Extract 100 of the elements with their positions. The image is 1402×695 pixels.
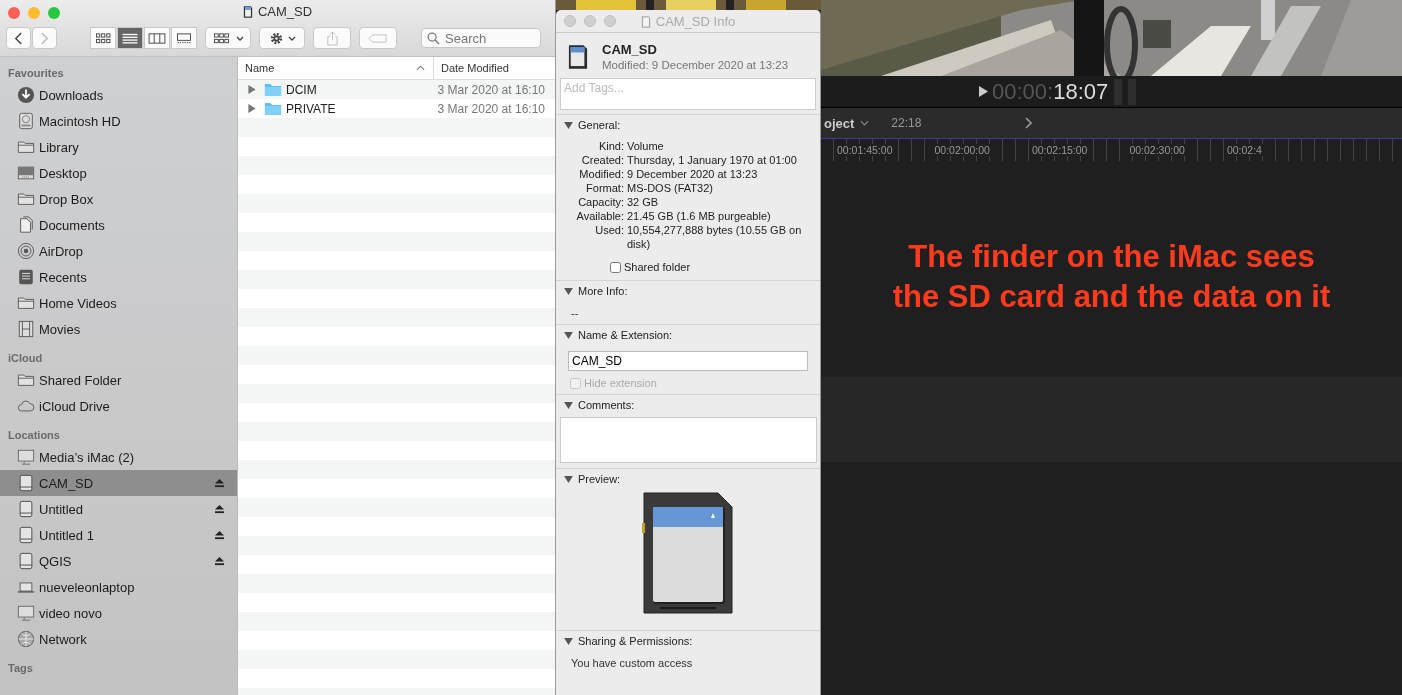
sidebar-heading: Tags [7, 661, 34, 676]
sidebar-item[interactable]: Macintosh HD [0, 108, 237, 134]
search-field[interactable]: Search [421, 28, 541, 48]
sidebar-item[interactable]: Downloads [0, 82, 237, 108]
name-field[interactable]: CAM_SD [568, 351, 808, 371]
sidebar-label: Library [39, 139, 80, 155]
chevron-down-icon[interactable] [860, 120, 870, 126]
sd-card-icon [242, 4, 253, 19]
ruler-label: 00:02:4 [1224, 144, 1264, 156]
volume-name: CAM_SD [602, 42, 658, 57]
airdrop-icon [17, 242, 35, 260]
section-header[interactable]: Name & Extension: [556, 329, 820, 341]
tags-field[interactable]: Add Tags... [560, 78, 816, 110]
documents-icon [17, 216, 35, 234]
section-header[interactable]: Comments: [556, 399, 820, 411]
comments-field[interactable] [560, 417, 817, 463]
field-label: Modified: [578, 167, 624, 181]
monitor-icon [17, 448, 35, 466]
folder-icon [17, 371, 35, 389]
file-row[interactable]: DCIM 3 Mar 2020 at 16:10 [238, 80, 555, 99]
disclosure-triangle-icon[interactable] [248, 104, 256, 113]
ruler-label: 00:02:15:00 [1029, 144, 1090, 156]
modified-date: Modified: 9 December 2020 at 13:23 [602, 59, 789, 71]
sidebar-label: Movies [39, 321, 82, 337]
monitor-icon [17, 604, 35, 622]
chevron-right-icon[interactable] [1025, 117, 1033, 129]
sidebar-item[interactable]: Library [0, 134, 237, 160]
section-header[interactable]: Preview: [556, 473, 820, 485]
sidebar-item[interactable]: CAM_SD [0, 470, 237, 496]
sidebar-label: CAM_SD [39, 475, 95, 491]
section-text: -- [570, 306, 580, 319]
sidebar-item[interactable]: Untitled [0, 496, 237, 522]
sidebar-label: AirDrop [39, 243, 85, 259]
sidebar-item[interactable]: Media’s iMac (2) [0, 444, 237, 470]
sidebar-item[interactable]: Recents [0, 264, 237, 290]
sidebar-item[interactable]: Untitled 1 [0, 522, 237, 548]
checkbox-label[interactable]: Shared folder [624, 261, 691, 273]
sidebar-item[interactable]: video novo [0, 600, 237, 626]
column-header[interactable]: Name [238, 57, 434, 79]
sidebar-item[interactable]: nueveleonlaptop [0, 574, 237, 600]
eject-icon[interactable] [214, 504, 225, 514]
sidebar-label: iCloud Drive [39, 398, 111, 414]
search-icon [427, 32, 440, 45]
checkbox[interactable] [610, 261, 621, 273]
action-button[interactable] [259, 27, 305, 49]
folder-icon [264, 101, 282, 116]
file-name: PRIVATE [286, 101, 337, 116]
cloud-icon [17, 397, 35, 415]
section-header[interactable]: General: [556, 119, 820, 131]
field-label: Kind: [597, 139, 624, 153]
field-value: 32 GB [627, 195, 660, 209]
column-view-button[interactable] [144, 27, 170, 49]
sidebar-label: Untitled [39, 501, 85, 517]
sidebar-item[interactable]: QGIS [0, 548, 237, 574]
field-label: Format: [585, 181, 624, 195]
icons-view-icon [93, 31, 113, 45]
gallery-view-icon [174, 31, 194, 45]
sidebar-item[interactable]: Documents [0, 212, 237, 238]
section-header[interactable]: Sharing & Permissions: [556, 635, 820, 647]
drive-icon [17, 474, 35, 492]
sidebar-item[interactable]: Movies [0, 316, 237, 342]
section-header[interactable]: More Info: [556, 285, 820, 297]
grid-icon [212, 31, 232, 45]
sidebar-item[interactable]: iCloud Drive [0, 393, 237, 419]
annotation-text: the SD card and the data on it [892, 279, 1331, 315]
file-row[interactable]: PRIVATE 3 Mar 2020 at 16:10 [238, 99, 555, 118]
list-view-button[interactable] [117, 27, 143, 49]
eject-icon[interactable] [214, 478, 225, 488]
sidebar-item[interactable]: Shared Folder [0, 367, 237, 393]
sidebar-item[interactable]: Home Videos [0, 290, 237, 316]
eject-icon[interactable] [214, 556, 225, 566]
field-label: Used: [594, 223, 624, 238]
back-button[interactable] [6, 27, 31, 49]
ruler-label: 00:01:45:00 [835, 144, 895, 156]
disclosure-triangle-icon[interactable] [248, 85, 256, 94]
field-label: Created: [580, 153, 624, 167]
sidebar-label: QGIS [39, 553, 73, 569]
icon-view-button[interactable] [90, 27, 116, 49]
eject-icon[interactable] [214, 530, 225, 540]
folder-icon [17, 190, 35, 208]
group-by-button[interactable] [205, 27, 251, 49]
sidebar-heading: Locations [7, 428, 61, 443]
sidebar-item[interactable]: Drop Box [0, 186, 237, 212]
sidebar-label: Network [39, 631, 88, 647]
play-icon[interactable] [979, 86, 988, 97]
project-name[interactable]: oject [824, 115, 855, 131]
chevron-right-icon [40, 31, 49, 45]
section-text: You have custom access [570, 656, 694, 669]
column-header[interactable]: Date Modified [434, 57, 517, 79]
desktop-icon [17, 164, 35, 182]
close-button[interactable] [8, 6, 20, 19]
sidebar-item[interactable]: AirDrop [0, 238, 237, 264]
sidebar-item[interactable]: Network [0, 626, 237, 652]
sd-card-icon [640, 14, 651, 29]
gallery-view-button[interactable] [171, 27, 197, 49]
sidebar-item[interactable]: Desktop [0, 160, 237, 186]
drive-icon [17, 526, 35, 544]
field-value: 21.45 GB (1.6 MB purgeable) [627, 209, 772, 223]
window-title: CAM_SD Info [655, 14, 736, 29]
share-icon [325, 30, 339, 46]
